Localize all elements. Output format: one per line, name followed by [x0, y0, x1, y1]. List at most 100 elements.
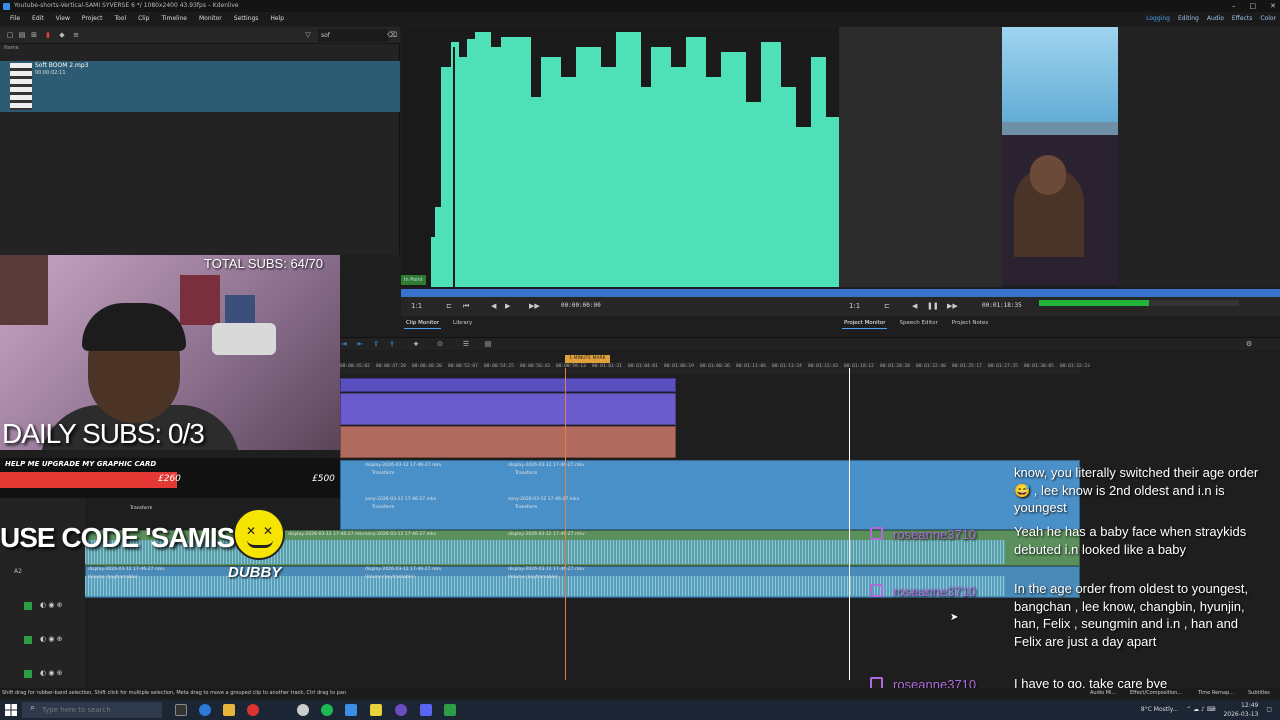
tab-audio-mixer[interactable]: Audio Mi...	[1090, 688, 1116, 698]
add-folder-icon[interactable]: ▤	[18, 31, 26, 39]
layout-color[interactable]: Color	[1260, 12, 1276, 26]
clip-monitor[interactable]: In Point	[401, 27, 839, 287]
favorite-icon[interactable]: ★	[412, 340, 420, 348]
audio-clip-thumbnail	[10, 63, 32, 110]
project-monitor-ruler[interactable]	[839, 289, 1280, 297]
set-in-icon[interactable]: ⊏	[446, 302, 452, 310]
app-icon[interactable]	[444, 704, 456, 716]
menu-clip[interactable]: Clip	[132, 12, 155, 26]
layout-audio[interactable]: Audio	[1207, 12, 1224, 26]
filter-icon[interactable]: ▽	[304, 31, 312, 39]
timeline-ruler[interactable]: 00:00:45:02 00:00:47:20 00:00:48:38 00:00:5…	[340, 362, 1090, 374]
tab-subtitles[interactable]: Subtitles	[1248, 688, 1270, 698]
tab-time-remap[interactable]: Time Remap...	[1198, 688, 1234, 698]
lift-icon[interactable]: ⇧	[372, 340, 380, 348]
task-view-icon[interactable]	[175, 704, 187, 716]
bin-search-input[interactable]	[318, 29, 388, 42]
sticky-notes-icon[interactable]	[370, 704, 382, 716]
timeline-video-clip[interactable]	[340, 378, 676, 392]
discord-icon[interactable]	[420, 704, 432, 716]
kdenlive-taskbar-icon[interactable]	[345, 704, 357, 716]
insert-icon[interactable]: ⇥	[340, 340, 348, 348]
menu-monitor[interactable]: Monitor	[193, 12, 228, 26]
menu-edit[interactable]: Edit	[26, 12, 50, 26]
track-target-icon[interactable]	[24, 670, 32, 678]
minimize-button[interactable]: –	[1232, 0, 1236, 12]
close-window-button[interactable]: ✕	[1270, 0, 1276, 12]
windows-start-icon[interactable]	[5, 704, 17, 716]
clip-effect-label: Volume (keyframable)	[508, 575, 558, 580]
tab-project-notes[interactable]: Project Notes	[950, 318, 990, 329]
mixer-icon[interactable]: ☰	[462, 340, 470, 348]
delete-clip-icon[interactable]: ▮	[44, 31, 52, 39]
menu-settings[interactable]: Settings	[228, 12, 265, 26]
snap-icon[interactable]: ⊙	[436, 340, 444, 348]
add-clip-icon[interactable]: ⊞	[30, 31, 38, 39]
clip-timecode[interactable]: 00:00:00:00	[561, 302, 601, 309]
menu-project[interactable]: Project	[76, 12, 109, 26]
set-in-icon[interactable]: ⊏	[884, 302, 890, 310]
project-zoom[interactable]: 1:1	[849, 302, 860, 310]
layout-effects[interactable]: Effects	[1232, 12, 1252, 26]
track-controls[interactable]: ◐ ◉ ⊕	[40, 601, 63, 609]
chrome-icon[interactable]	[247, 704, 259, 716]
taskbar-search-input[interactable]	[22, 702, 162, 718]
menu-icon[interactable]: ≡	[72, 31, 80, 39]
chrome-profile-icon[interactable]	[297, 704, 309, 716]
track-target-icon[interactable]	[24, 602, 32, 610]
timeline-menu-icon[interactable]: ⚙	[1245, 340, 1253, 348]
extract-icon[interactable]: ⇪	[388, 340, 396, 348]
track-controls[interactable]: ◐ ◉ ⊕	[40, 669, 63, 677]
track-target-icon[interactable]	[24, 636, 32, 644]
forward-icon[interactable]: ▶▶	[947, 302, 958, 310]
notification-icon[interactable]: ▢	[1266, 700, 1272, 720]
spotify-icon[interactable]	[321, 704, 333, 716]
tab-speech-editor[interactable]: Speech Editor	[897, 318, 939, 329]
obs-icon[interactable]	[395, 704, 407, 716]
clip-label: sony-2026-03-12 17-46-27.mkv	[365, 532, 437, 537]
bin-clip-row[interactable]: Soft BOOM 2.mp3 00:00:02:11	[0, 61, 400, 112]
track-controls[interactable]: ◐ ◉ ⊕	[40, 635, 63, 643]
weather-widget[interactable]: 8°C Mostly...	[1141, 700, 1178, 720]
layout-editing[interactable]: Editing	[1178, 12, 1199, 26]
tray-icons[interactable]: ⌃ ☁ ♪ ⌨	[1186, 700, 1215, 720]
project-timecode[interactable]: 00:01:18:35	[982, 302, 1022, 309]
timeline-playhead[interactable]	[849, 368, 850, 680]
menu-timeline[interactable]: Timeline	[155, 12, 193, 26]
new-clip-icon[interactable]: ▢	[6, 31, 14, 39]
tab-project-monitor[interactable]: Project Monitor	[842, 318, 888, 329]
prev-frame-icon[interactable]: ⏮	[463, 302, 469, 311]
tab-effect-composition[interactable]: Effect/Composition...	[1130, 688, 1182, 698]
menu-file[interactable]: File	[4, 12, 26, 26]
clear-search-icon[interactable]: ⌫	[387, 31, 397, 39]
timeline-video-clip[interactable]	[340, 426, 676, 458]
ruler-tick-label: 00:01:30:05	[1024, 364, 1054, 369]
layout-logging[interactable]: Logging	[1146, 12, 1170, 26]
timeline-video-clip[interactable]	[340, 393, 676, 425]
total-subs-counter: TOTAL SUBS: 64/70	[204, 256, 323, 271]
maximize-button[interactable]: □	[1250, 0, 1257, 12]
clip-zoom[interactable]: 1:1	[411, 302, 422, 310]
project-monitor-video[interactable]	[1002, 27, 1118, 285]
tag-icon[interactable]: ◆	[58, 31, 66, 39]
menu-tool[interactable]: Tool	[108, 12, 132, 26]
timeline-marker[interactable]: 1 MINUTE MARK	[565, 355, 610, 363]
tracks-icon[interactable]: ▤	[484, 340, 492, 348]
timeline-video-track[interactable]	[340, 460, 1080, 530]
play-icon[interactable]: ▶	[505, 302, 510, 310]
file-explorer-icon[interactable]	[223, 704, 235, 716]
rewind-icon[interactable]: ◀	[912, 302, 917, 310]
menu-view[interactable]: View	[50, 12, 76, 26]
pause-icon[interactable]: ❚❚	[927, 302, 939, 310]
tab-clip-monitor[interactable]: Clip Monitor	[404, 318, 442, 329]
edge-icon[interactable]	[199, 704, 211, 716]
in-point-label: In Point	[401, 275, 426, 285]
clip-monitor-ruler[interactable]	[401, 289, 839, 297]
overwrite-icon[interactable]: ⇤	[356, 340, 364, 348]
menu-help[interactable]: Help	[264, 12, 290, 26]
clock[interactable]: 12:49 2026-03-13	[1223, 700, 1258, 720]
bin-column-header[interactable]: Name	[0, 44, 400, 53]
rewind-icon[interactable]: ◀	[491, 302, 496, 310]
forward-icon[interactable]: ▶▶	[529, 302, 540, 310]
tab-library[interactable]: Library	[451, 318, 474, 329]
